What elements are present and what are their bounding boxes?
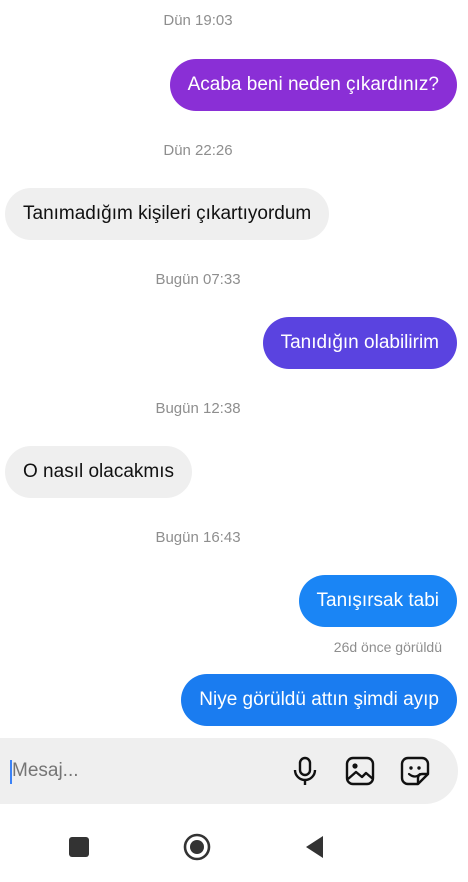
message-bubble-outgoing[interactable]: Tanışırsak tabi	[298, 575, 457, 627]
timestamp: Bugün 16:43	[155, 529, 241, 546]
message-bubble-incoming[interactable]: Tanımadığım kişileri çıkartıyordum	[5, 188, 330, 240]
timestamp: Bugün 07:33	[155, 271, 241, 288]
microphone-icon[interactable]	[289, 755, 321, 787]
message-bubble-outgoing[interactable]: Acaba beni neden çıkardınız?	[169, 59, 457, 111]
message-bubble-incoming[interactable]: O nasıl olacakmıs	[5, 446, 192, 498]
message-bubble-outgoing[interactable]: Tanıdığın olabilirim	[262, 317, 457, 369]
seen-status: 26d önce görüldü	[333, 639, 442, 655]
message-bubble-outgoing[interactable]: Niye görüldü attın şimdi ayıp	[181, 674, 457, 726]
sticker-icon[interactable]	[399, 755, 431, 787]
system-navigation-bar	[0, 810, 468, 882]
recents-button[interactable]	[64, 832, 94, 862]
timestamp: Bugün 12:38	[155, 400, 241, 417]
home-button[interactable]	[182, 832, 212, 862]
timestamp: Dün 22:26	[163, 142, 233, 159]
image-icon[interactable]	[344, 755, 376, 787]
timestamp: Dün 19:03	[163, 12, 233, 29]
message-input[interactable]	[12, 738, 252, 804]
message-composer	[0, 738, 458, 804]
back-button[interactable]	[300, 832, 330, 862]
